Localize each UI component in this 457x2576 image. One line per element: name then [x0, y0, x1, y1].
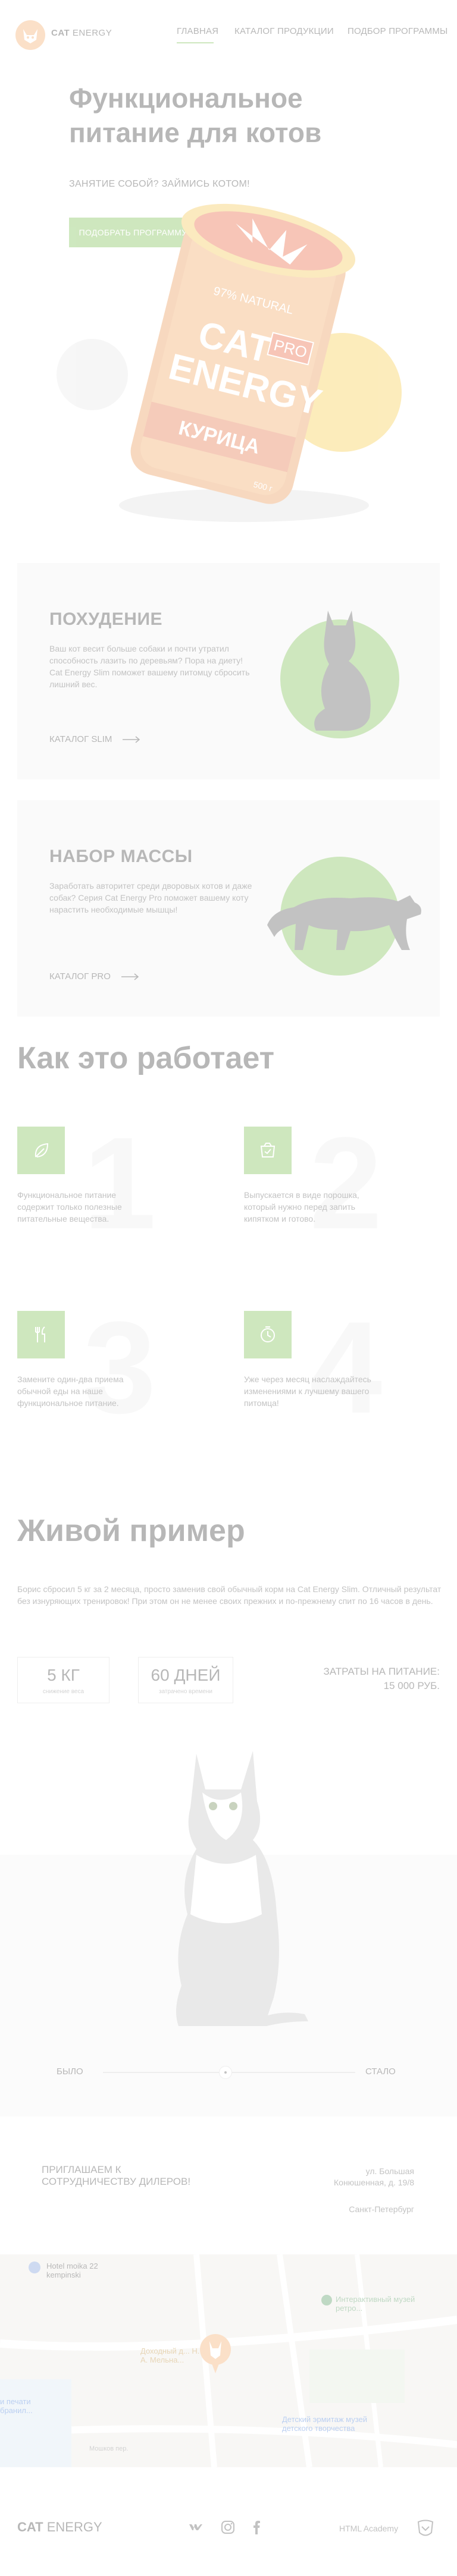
arrow-right-icon	[123, 735, 140, 743]
card-pro-text: Заработать авторитет среди дворовых кото…	[49, 881, 252, 914]
before-after-cat-photo	[176, 1751, 308, 2026]
card-slim-title: ПОХУДЕНИЕ	[49, 609, 163, 629]
live-section-title: Живой пример	[17, 1514, 245, 1548]
cat-logo-icon	[23, 29, 37, 43]
food-cost: ЗАТРАТЫ НА ПИТАНИЕ: 15 000 РУБ.	[323, 1665, 440, 1693]
museum-marker-icon[interactable]	[321, 2295, 332, 2305]
html-academy-label[interactable]: HTML Academy	[339, 2524, 398, 2533]
step-4-badge	[244, 1311, 292, 1358]
map-label-ermitage: Детский эрмитаж музей детского творчеств…	[282, 2415, 368, 2433]
step-3-number: 3	[83, 1294, 156, 1440]
food-cost-value: 15 000 РУБ.	[383, 1680, 440, 1691]
instagram-icon[interactable]	[220, 2520, 236, 2535]
footer-logo-energy: ENERGY	[43, 2520, 102, 2534]
how-section-title: Как это работает	[17, 1041, 275, 1075]
nav-catalog[interactable]: КАТАЛОГ ПРОДУКЦИИ	[234, 26, 334, 36]
map-label-museum: Интерактивный музей ретро...	[336, 2295, 415, 2313]
dealers-invitation: ПРИГЛАШАЕМ К СОТРУДНИЧЕСТВУ ДИЛЕРОВ!	[42, 2164, 191, 2187]
hotel-marker-icon[interactable]	[29, 2262, 40, 2273]
card-slim: ПОХУДЕНИЕ Ваш кот весит больше собаки и …	[17, 563, 440, 779]
step-2-text: Выпускается в виде порошка, который нужн…	[244, 1190, 359, 1223]
footer-logo-cat: CAT	[17, 2520, 43, 2534]
hero-title: Функциональное питание для котов	[69, 83, 322, 148]
step-4-text: Уже через месяц наслаждайтесь изменениям…	[244, 1375, 371, 1408]
nav-program[interactable]: ПОДБОР ПРОГРАММЫ	[348, 26, 448, 36]
location-map[interactable]: Hotel moika 22 kempinski Интерактивный м…	[0, 2254, 457, 2467]
step-1-text: Функциональное питание содержит только п…	[17, 1190, 122, 1223]
map-label-print: и печати бранил...	[0, 2397, 33, 2415]
catalog-slim-label: КАТАЛОГ SLIM	[49, 734, 112, 744]
package-icon	[260, 1143, 276, 1158]
logo-text[interactable]: CAT ENERGY	[51, 28, 112, 38]
nav-active-underline	[177, 42, 214, 43]
step-2-number: 2	[309, 1110, 383, 1256]
footer-logo[interactable]: CAT ENERGY	[17, 2520, 102, 2535]
card-pro: НАБОР МАССЫ Заработать авторитет среди д…	[17, 800, 440, 1017]
stat-days-value: 60 ДНЕЙ	[151, 1665, 221, 1684]
stat-days-label: затрачено времени	[158, 1688, 213, 1695]
address-line-1: ул. Большая	[365, 2166, 414, 2176]
contact-city: Санкт-Петербург	[349, 2204, 414, 2214]
before-after-slider-knob[interactable]	[219, 2066, 232, 2079]
logo-badge[interactable]	[15, 20, 45, 50]
map-pin-icon[interactable]	[196, 2332, 234, 2374]
panther-icon	[267, 895, 421, 950]
catalog-pro-label: КАТАЛОГ PRO	[49, 971, 111, 982]
contact-address: ул. Большая Конюшенная, д. 19/8	[334, 2166, 414, 2188]
stat-weight-label: снижение веса	[42, 1688, 84, 1695]
html-academy-logo-icon[interactable]	[417, 2520, 434, 2539]
map-label-hotel: Hotel moika 22 kempinski	[46, 2262, 98, 2279]
stat-weight-value: 5 КГ	[47, 1665, 80, 1684]
step-3-badge	[17, 1311, 65, 1358]
step-1-badge	[17, 1127, 65, 1174]
step-4-number: 4	[309, 1294, 383, 1440]
map-label-street: Мошков пер.	[89, 2445, 129, 2452]
card-slim-text: Ваш кот весит больше собаки и почти утра…	[49, 644, 250, 689]
nav-home[interactable]: ГЛАВНАЯ	[177, 26, 218, 36]
sitting-cat-icon	[314, 611, 371, 731]
stat-weight: 5 КГ снижение веса	[17, 1657, 109, 1703]
before-label: БЫЛО	[57, 2067, 83, 2077]
hero-subtitle: ЗАНЯТИЕ СОБОЙ? ЗАЙМИСЬ КОТОМ!	[69, 179, 250, 189]
address-line-2: Конюшенная, д. 19/8	[334, 2178, 414, 2187]
stat-days: 60 ДНЕЙ затрачено времени	[138, 1657, 233, 1703]
leaf-icon	[35, 1143, 49, 1158]
step-2-badge	[244, 1127, 292, 1174]
step-1-number: 1	[83, 1110, 156, 1256]
clock-icon	[261, 1326, 275, 1342]
step-3-text: Замените один-два приема обычной еды на …	[17, 1375, 124, 1408]
logo-word-cat: CAT	[51, 28, 70, 38]
after-label: СТАЛО	[365, 2067, 396, 2077]
vk-icon[interactable]	[188, 2520, 204, 2535]
food-cost-label: ЗАТРАТЫ НА ПИТАНИЕ:	[323, 1666, 440, 1677]
cutlery-icon	[35, 1326, 45, 1342]
facebook-icon[interactable]	[249, 2520, 264, 2535]
card-pro-title: НАБОР МАССЫ	[49, 847, 193, 866]
catalog-slim-link[interactable]: КАТАЛОГ SLIM	[49, 734, 140, 744]
arrow-right-icon	[121, 973, 139, 980]
live-description: Борис сбросил 5 кг за 2 месяца, просто з…	[17, 1584, 442, 1606]
hero-product-package: 97% NATURAL CAT ENERGY PRO КУРИЦА 500 г	[119, 203, 369, 522]
logo-word-energy: ENERGY	[70, 28, 112, 38]
catalog-pro-link[interactable]: КАТАЛОГ PRO	[49, 971, 139, 982]
